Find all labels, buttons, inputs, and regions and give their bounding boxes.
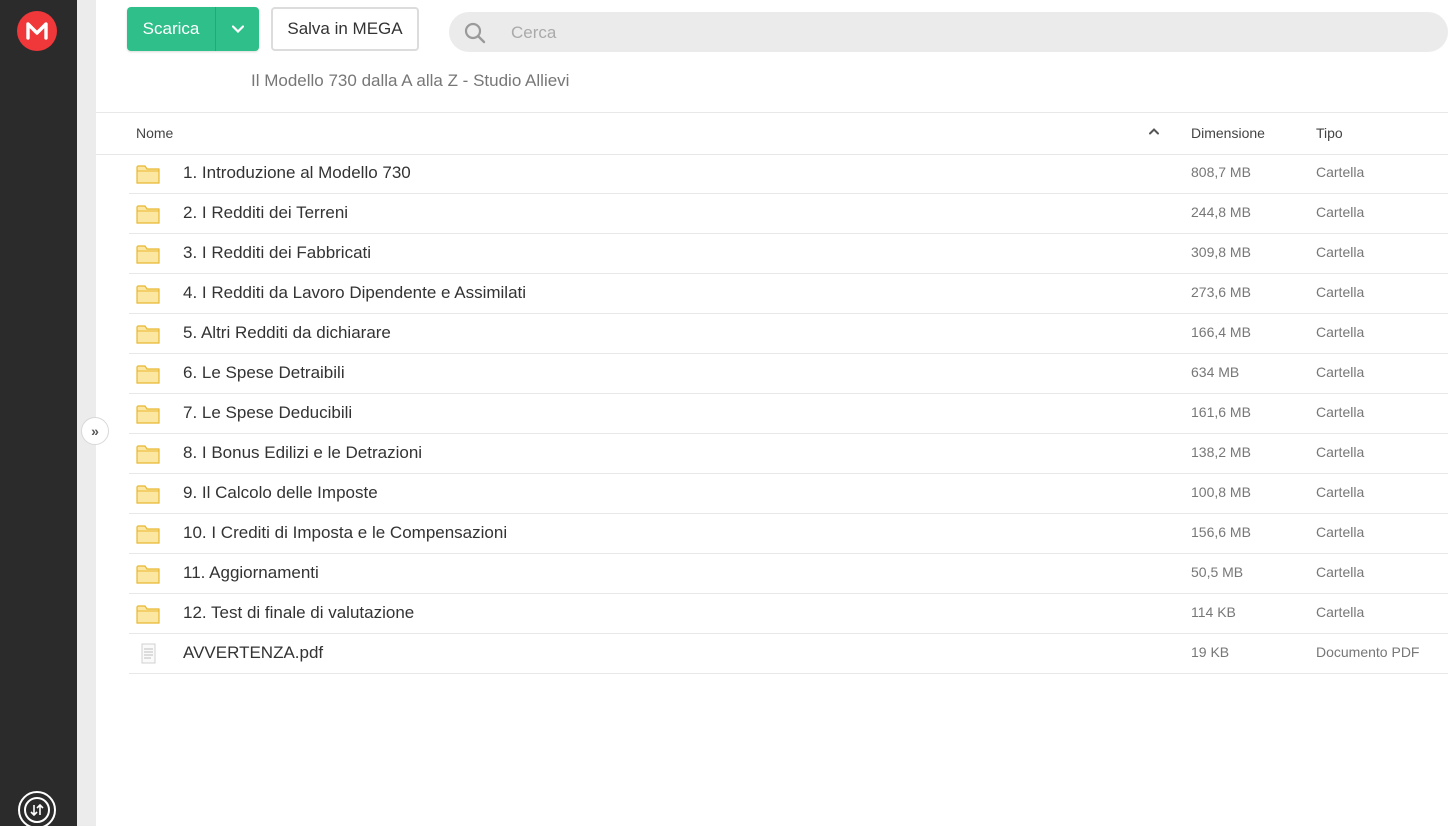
folder-icon [136, 523, 160, 550]
table-row[interactable]: 5. Altri Redditi da dichiarare 166,4 MB Ca… [129, 314, 1448, 354]
table-row[interactable]: 10. I Crediti di Imposta e le Compensazi… [129, 514, 1448, 554]
row-type: Cartella [1316, 444, 1365, 460]
row-type: Cartella [1316, 244, 1365, 260]
mega-logo-icon [26, 22, 48, 40]
search-input[interactable] [509, 20, 1413, 46]
row-type: Cartella [1316, 204, 1365, 220]
row-type: Cartella [1316, 524, 1365, 540]
row-size: 273,6 MB [1191, 284, 1251, 300]
table-row[interactable]: 11. Aggiornamenti 50,5 MB Cartella [129, 554, 1448, 594]
folder-icon [136, 363, 160, 390]
search-bar[interactable] [449, 12, 1448, 52]
row-name[interactable]: 3. I Redditi dei Fabbricati [183, 243, 371, 263]
transfers-button[interactable] [18, 791, 56, 829]
row-type: Cartella [1316, 484, 1365, 500]
table-row[interactable]: 1. Introduzione al Modello 730 808,7 MB Ca… [129, 154, 1448, 194]
folder-title: Il Modello 730 dalla A alla Z - Studio A… [251, 71, 570, 90]
row-name[interactable]: 1. Introduzione al Modello 730 [183, 163, 411, 183]
folder-icon [136, 403, 160, 430]
save-to-mega-button[interactable]: Salva in MEGA [271, 7, 419, 51]
folder-icon [136, 163, 160, 190]
row-size: 156,6 MB [1191, 524, 1251, 540]
download-button[interactable]: Scarica [127, 7, 259, 51]
row-size: 244,8 MB [1191, 204, 1251, 220]
row-size: 100,8 MB [1191, 484, 1251, 500]
column-size-header[interactable]: Dimensione [1191, 125, 1265, 141]
row-name[interactable]: 11. Aggiornamenti [183, 563, 319, 583]
sidebar-gutter [77, 0, 96, 826]
folder-icon [136, 603, 160, 630]
row-type: Cartella [1316, 324, 1365, 340]
row-type: Cartella [1316, 364, 1365, 380]
row-type: Documento PDF [1316, 644, 1420, 660]
folder-icon [136, 203, 160, 230]
table-row[interactable]: 8. I Bonus Edilizi e le Detrazioni 138,2 … [129, 434, 1448, 474]
row-size: 166,4 MB [1191, 324, 1251, 340]
expand-sidebar-button[interactable]: » [81, 417, 109, 445]
table-row[interactable]: 2. I Redditi dei Terreni 244,8 MB Cartella [129, 194, 1448, 234]
sort-ascending-icon[interactable] [1148, 127, 1160, 135]
pdf-file-icon [136, 643, 160, 670]
row-name[interactable]: 12. Test di finale di valutazione [183, 603, 414, 623]
chevron-down-icon [231, 25, 244, 33]
file-list: 1. Introduzione al Modello 730 808,7 MB Ca… [129, 154, 1448, 674]
row-name[interactable]: 7. Le Spese Deducibili [183, 403, 352, 423]
row-size: 309,8 MB [1191, 244, 1251, 260]
table-row[interactable]: 6. Le Spese Detraibili 634 MB Cartella [129, 354, 1448, 394]
row-name[interactable]: 9. Il Calcolo delle Imposte [183, 483, 378, 503]
row-size: 114 KB [1191, 604, 1236, 620]
row-size: 19 KB [1191, 644, 1230, 660]
row-name[interactable]: 6. Le Spese Detraibili [183, 363, 345, 383]
table-row[interactable]: 9. Il Calcolo delle Imposte 100,8 MB Carte… [129, 474, 1448, 514]
download-label[interactable]: Scarica [127, 7, 215, 51]
folder-icon [136, 443, 160, 470]
left-sidebar [0, 0, 77, 829]
row-name[interactable]: 10. I Crediti di Imposta e le Compensazi… [183, 523, 507, 543]
row-size: 50,5 MB [1191, 564, 1244, 580]
folder-icon [136, 563, 160, 590]
row-type: Cartella [1316, 604, 1365, 620]
row-size: 808,7 MB [1191, 164, 1251, 180]
column-type-header[interactable]: Tipo [1316, 125, 1343, 141]
table-row[interactable]: 4. I Redditi da Lavoro Dipendente e Assi… [129, 274, 1448, 314]
folder-icon [136, 323, 160, 350]
column-name-header[interactable]: Nome [136, 125, 173, 141]
row-type: Cartella [1316, 164, 1365, 180]
folder-icon [136, 243, 160, 270]
row-size: 161,6 MB [1191, 404, 1251, 420]
row-name[interactable]: 5. Altri Redditi da dichiarare [183, 323, 391, 343]
row-type: Cartella [1316, 564, 1365, 580]
double-chevron-right-icon: » [91, 423, 99, 439]
folder-icon [136, 283, 160, 310]
table-row[interactable]: 12. Test di finale di valutazione 114 KB C… [129, 594, 1448, 634]
row-name[interactable]: 4. I Redditi da Lavoro Dipendente e Assi… [183, 283, 526, 303]
table-header: Nome Dimensione Tipo [96, 113, 1448, 155]
table-row[interactable]: 3. I Redditi dei Fabbricati 309,8 MB Carte… [129, 234, 1448, 274]
mega-logo[interactable] [17, 11, 57, 51]
download-options-dropdown[interactable] [215, 7, 259, 51]
row-name[interactable]: 2. I Redditi dei Terreni [183, 203, 348, 223]
row-size: 138,2 MB [1191, 444, 1251, 460]
row-name[interactable]: AVVERTENZA.pdf [183, 643, 323, 663]
row-size: 634 MB [1191, 364, 1240, 380]
table-row[interactable]: 7. Le Spese Deducibili 161,6 MB Cartella [129, 394, 1448, 434]
table-row[interactable]: AVVERTENZA.pdf 19 KB Documento PDF [129, 634, 1448, 674]
search-icon [464, 22, 486, 44]
transfer-arrows-icon [24, 797, 50, 823]
row-name[interactable]: 8. I Bonus Edilizi e le Detrazioni [183, 443, 422, 463]
row-type: Cartella [1316, 404, 1365, 420]
row-type: Cartella [1316, 284, 1365, 300]
folder-icon [136, 483, 160, 510]
